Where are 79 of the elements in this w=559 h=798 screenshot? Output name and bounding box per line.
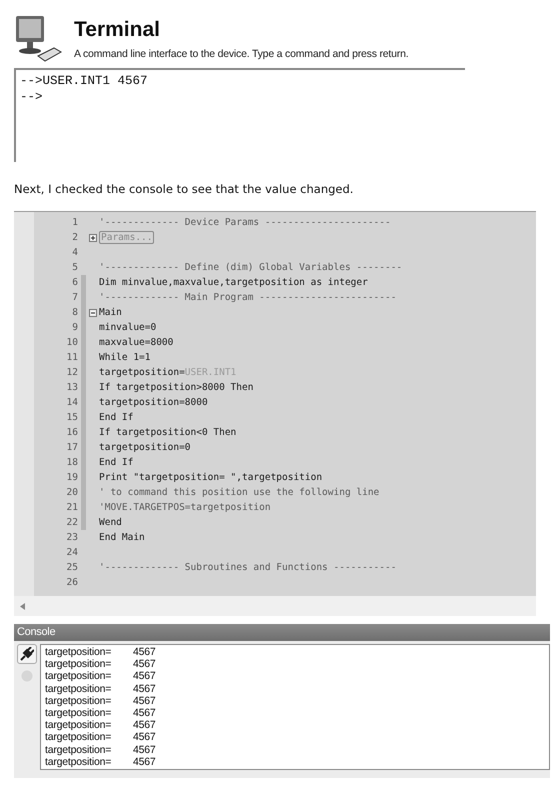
code-line: Main — [99, 307, 122, 318]
output-value: 4567 — [133, 719, 156, 732]
terminal-title: Terminal — [74, 18, 161, 42]
terminal-field[interactable]: -->USER.INT1 4567 --> — [14, 68, 465, 162]
code-line: If targetposition>8000 Then — [99, 382, 254, 393]
output-label: targetposition= — [45, 646, 112, 658]
line-number: 23 — [66, 532, 78, 543]
paragraph: Next, I checked the console to see that the value changed. — [14, 182, 354, 196]
output-value: 4567 — [133, 744, 156, 756]
output-value: 4567 — [133, 694, 156, 707]
line-number: 6 — [71, 277, 78, 288]
code-line: '------------- Subroutines and Functions ----------- — [99, 562, 396, 573]
output-label: targetposition= — [45, 756, 112, 768]
line-number: 4 — [71, 247, 78, 258]
connect-plug-button[interactable] — [17, 644, 37, 664]
output-label: targetposition= — [45, 744, 112, 756]
code-editor[interactable] — [14, 211, 536, 616]
line-number: 18 — [66, 457, 78, 468]
output-value: 4567 — [133, 682, 156, 695]
line-number: 19 — [66, 472, 78, 483]
code-line: While 1=1 — [99, 352, 150, 363]
code-line: End Main — [99, 532, 145, 543]
line-number: 12 — [66, 367, 78, 378]
code-line: targetposition=0 — [99, 442, 191, 453]
output-value: 4567 — [133, 646, 156, 658]
code-line: 'MOVE.TARGETPOS=targetposition — [99, 502, 271, 513]
line-number: 5 — [71, 262, 78, 273]
line-number: 10 — [66, 337, 78, 348]
line-number: 11 — [66, 352, 78, 363]
line-number: 22 — [66, 517, 78, 528]
line-number: 24 — [66, 547, 78, 558]
code-line: Wend — [99, 517, 122, 528]
code-line: End If — [99, 412, 134, 423]
code-line: Print "targetposition= ",targetposition — [99, 472, 322, 483]
line-number: 13 — [66, 382, 78, 393]
code-line: If targetposition<0 Then — [99, 427, 236, 438]
code-line: End If — [99, 457, 134, 468]
output-value: 4567 — [133, 707, 156, 720]
output-label: targetposition= — [45, 670, 112, 682]
output-label: targetposition= — [45, 694, 112, 707]
code-line: '------------- Main Program ------------------------ — [99, 292, 396, 303]
line-number: 26 — [66, 577, 78, 588]
line-number: 8 — [71, 307, 78, 318]
code-line: targetposition=8000 — [99, 397, 208, 408]
output-label: targetposition= — [45, 682, 112, 695]
terminal-line: --> — [20, 89, 43, 105]
line-number: 2 — [71, 232, 78, 243]
output-label: targetposition= — [45, 707, 112, 720]
line-number: 25 — [66, 562, 78, 573]
output-value: 4567 — [133, 756, 156, 768]
console-title: Console — [14, 624, 550, 641]
line-number: 7 — [71, 292, 78, 303]
code-line: targetposition=USER.INT1 — [99, 367, 236, 378]
code-line: Dim minvalue,maxvalue,targetposition as integer — [99, 277, 368, 288]
line-number: 1 — [71, 217, 78, 228]
code-line: minvalue=0 — [99, 322, 156, 333]
line-number: 20 — [66, 487, 78, 498]
line-number: 17 — [66, 442, 78, 453]
output-label: targetposition= — [45, 719, 112, 732]
output-value: 4567 — [133, 658, 156, 670]
line-number: 14 — [66, 397, 78, 408]
output-value: 4567 — [133, 731, 156, 744]
scroll-left-icon[interactable] — [20, 602, 25, 610]
line-number: 9 — [71, 322, 78, 333]
terminal-description: A command line interface to the device. Type a command and press return. — [74, 48, 408, 60]
code-line: '------------- Define (dim) Global Variables -------- — [99, 262, 402, 273]
line-number: 16 — [66, 427, 78, 438]
code-line: maxvalue=8000 — [99, 337, 174, 348]
output-label: targetposition= — [45, 658, 112, 670]
output-value: 4567 — [133, 670, 156, 682]
computer-icon — [14, 14, 62, 64]
line-number: 15 — [66, 412, 78, 423]
code-line: '------------- Device Params ---------------------- — [99, 217, 391, 228]
collapse-icon[interactable] — [88, 308, 96, 316]
expand-icon[interactable] — [88, 234, 96, 242]
output-label: targetposition= — [45, 731, 112, 744]
code-line: ' to command this position use the following line — [99, 487, 380, 498]
line-number: 21 — [66, 502, 78, 513]
terminal-line: -->USER.INT1 4567 — [20, 73, 148, 89]
